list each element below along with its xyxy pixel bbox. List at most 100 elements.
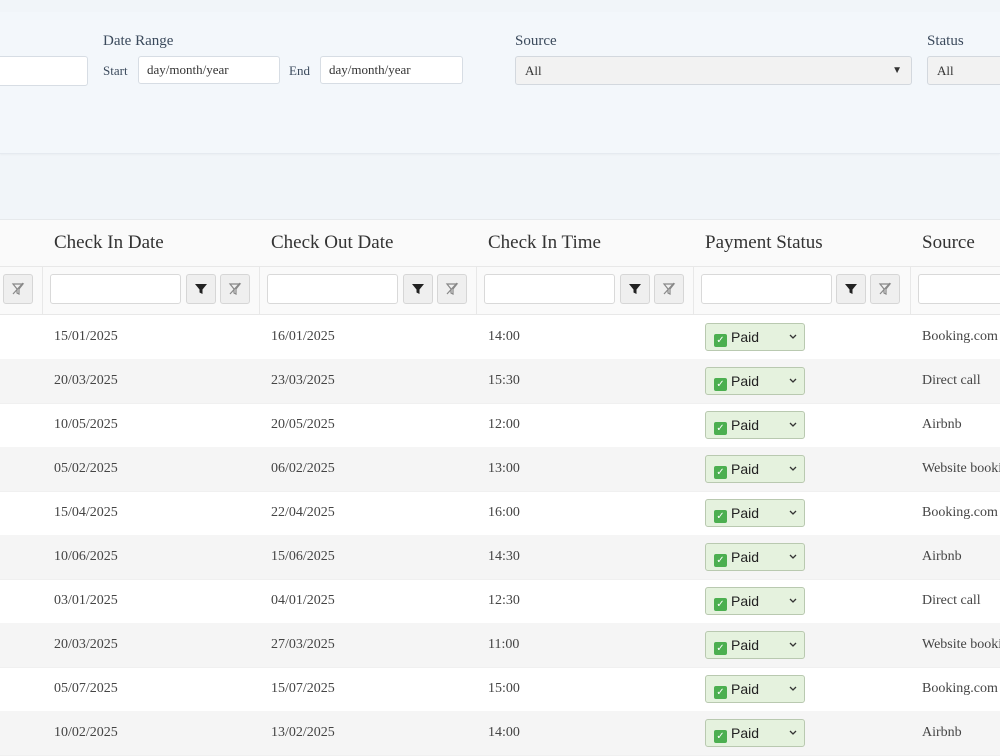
column-divider (910, 267, 911, 314)
source-cell: Booking.com (922, 505, 998, 520)
filter-panel: Date Range Start day/month/year End day/… (0, 12, 1000, 154)
column-divider (476, 267, 477, 314)
table-header-row: Check In Date Check Out Date Check In Ti… (0, 220, 1000, 267)
chevron-down-icon (789, 466, 797, 471)
check-out-date-cell: 20/05/2025 (271, 417, 335, 432)
check-in-date-cell: 10/05/2025 (54, 417, 118, 432)
source-cell: Airbnb (922, 549, 962, 564)
check-in-date-cell: 20/03/2025 (54, 373, 118, 388)
payment-status-clear-filter-button[interactable] (870, 274, 900, 304)
check-in-time-filter-button[interactable] (620, 274, 650, 304)
check-mark-icon: ✓ (714, 422, 727, 435)
payment-status-value: Paid (731, 329, 760, 345)
check-in-date-cell: 10/06/2025 (54, 549, 118, 564)
check-out-date-cell: 15/06/2025 (271, 549, 335, 564)
payment-status-select[interactable]: ✓ Paid (705, 631, 805, 659)
chevron-down-icon (789, 642, 797, 647)
column-header-check-in-date[interactable]: Check In Date (43, 220, 164, 266)
chevron-down-icon (789, 510, 797, 515)
source-select[interactable]: All ▼ (515, 56, 912, 85)
check-in-date-filter-input[interactable] (50, 274, 181, 304)
dropdown-arrow-icon: ▼ (892, 65, 902, 76)
table-row[interactable]: 15/01/2025 16/01/2025 14:00 Booking.com ✓ Pai… (0, 315, 1000, 360)
clear-filter-icon (445, 282, 459, 295)
table-row[interactable]: 05/07/2025 15/07/2025 15:00 Booking.com ✓ Pai… (0, 667, 1000, 712)
source-filter-label: Source (515, 33, 557, 49)
check-out-date-filter-button[interactable] (403, 274, 433, 304)
bookings-table: Check In Date Check Out Date Check In Ti… (0, 219, 1000, 756)
payment-status-select[interactable]: ✓ Paid (705, 411, 805, 439)
payment-status-select[interactable]: ✓ Paid (705, 587, 805, 615)
source-select-value: All (525, 63, 542, 78)
clear-filter-button[interactable] (3, 274, 33, 304)
check-in-date-clear-filter-button[interactable] (220, 274, 250, 304)
search-input[interactable] (0, 56, 88, 86)
check-in-time-filter-input[interactable] (484, 274, 615, 304)
table-row[interactable]: 20/03/2025 27/03/2025 11:00 Website booking… (0, 623, 1000, 668)
check-mark-icon: ✓ (714, 642, 727, 655)
filter-icon (629, 284, 641, 294)
source-cell: Website booking (922, 637, 1000, 652)
payment-status-value: Paid (731, 373, 760, 389)
table-row[interactable]: 10/05/2025 20/05/2025 12:00 Airbnb ✓ Paid (0, 403, 1000, 448)
check-out-date-cell: 15/07/2025 (271, 681, 335, 696)
clear-filter-icon (878, 282, 892, 295)
payment-status-value: Paid (731, 461, 760, 477)
check-in-time-clear-filter-button[interactable] (654, 274, 684, 304)
filter-icon (845, 284, 857, 294)
end-date-label: End (289, 63, 310, 78)
payment-status-select[interactable]: ✓ Paid (705, 367, 805, 395)
payment-status-select[interactable]: ✓ Paid (705, 455, 805, 483)
payment-status-filter-button[interactable] (836, 274, 866, 304)
table-row[interactable]: 15/04/2025 22/04/2025 16:00 Booking.com ✓ Pai… (0, 491, 1000, 536)
column-header-source[interactable]: Source (911, 220, 975, 266)
column-header-check-in-time[interactable]: Check In Time (477, 220, 601, 266)
status-select-value: All (937, 63, 954, 78)
check-out-date-cell: 23/03/2025 (271, 373, 335, 388)
end-date-input[interactable]: day/month/year (320, 56, 463, 84)
check-in-date-cell: 05/02/2025 (54, 461, 118, 476)
status-select[interactable]: All (927, 56, 1000, 85)
table-row[interactable]: 10/02/2025 13/02/2025 14:00 Airbnb ✓ Paid (0, 711, 1000, 756)
source-cell: Airbnb (922, 725, 962, 740)
check-in-date-filter-button[interactable] (186, 274, 216, 304)
check-in-time-cell: 12:30 (488, 593, 520, 608)
chevron-down-icon (789, 730, 797, 735)
column-header-payment-status[interactable]: Payment Status (694, 220, 823, 266)
table-row[interactable]: 05/02/2025 06/02/2025 13:00 Website booking… (0, 447, 1000, 492)
table-row[interactable]: 20/03/2025 23/03/2025 15:30 Direct call ✓ Pai… (0, 359, 1000, 404)
clear-filter-icon (11, 282, 25, 295)
check-out-date-cell: 04/01/2025 (271, 593, 335, 608)
payment-status-select[interactable]: ✓ Paid (705, 499, 805, 527)
payment-status-select[interactable]: ✓ Paid (705, 675, 805, 703)
table-row[interactable]: 03/01/2025 04/01/2025 12:30 Direct call ✓ Pai… (0, 579, 1000, 624)
start-date-input[interactable]: day/month/year (138, 56, 280, 84)
check-in-date-cell: 20/03/2025 (54, 637, 118, 652)
payment-status-select[interactable]: ✓ Paid (705, 719, 805, 747)
payment-status-filter-input[interactable] (701, 274, 832, 304)
check-in-date-cell: 15/01/2025 (54, 329, 118, 344)
check-out-date-cell: 06/02/2025 (271, 461, 335, 476)
check-in-time-cell: 14:00 (488, 329, 520, 344)
check-in-date-cell: 05/07/2025 (54, 681, 118, 696)
check-out-date-cell: 16/01/2025 (271, 329, 335, 344)
check-mark-icon: ✓ (714, 554, 727, 567)
check-mark-icon: ✓ (714, 730, 727, 743)
payment-status-value: Paid (731, 593, 760, 609)
check-out-date-clear-filter-button[interactable] (437, 274, 467, 304)
filter-icon (195, 284, 207, 294)
source-filter-input[interactable] (918, 274, 1000, 304)
payment-status-select[interactable]: ✓ Paid (705, 543, 805, 571)
check-out-date-filter-input[interactable] (267, 274, 398, 304)
table-row[interactable]: 10/06/2025 15/06/2025 14:30 Airbnb ✓ Paid (0, 535, 1000, 580)
column-header-check-out-date[interactable]: Check Out Date (260, 220, 393, 266)
chevron-down-icon (789, 422, 797, 427)
payment-status-value: Paid (731, 417, 760, 433)
check-in-date-cell: 03/01/2025 (54, 593, 118, 608)
start-date-label: Start (103, 63, 128, 78)
filter-icon (412, 284, 424, 294)
check-out-date-cell: 27/03/2025 (271, 637, 335, 652)
column-divider (693, 267, 694, 314)
payment-status-select[interactable]: ✓ Paid (705, 323, 805, 351)
chevron-down-icon (789, 686, 797, 691)
